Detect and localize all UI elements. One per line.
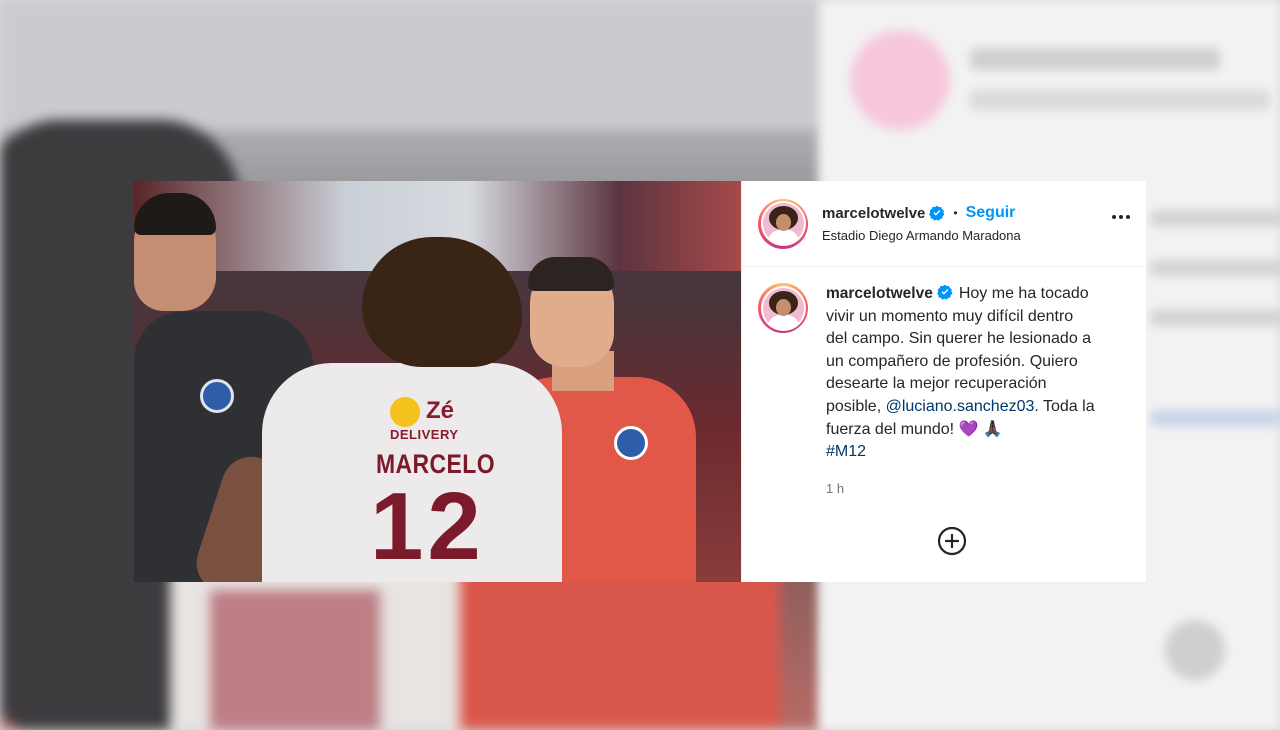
verified-badge-icon: [929, 205, 945, 221]
caption-avatar[interactable]: [758, 283, 808, 333]
caption-line: vivir un momento muy difícil dentro: [826, 307, 1074, 325]
caption-line: un compañero de profesión. Quiero: [826, 352, 1078, 370]
hashtag-link[interactable]: #M12: [826, 443, 866, 460]
sponsor-text: Zé: [426, 397, 455, 424]
caption-section: marcelotwelve Hoy me ha tocado vivir un m…: [742, 267, 1146, 500]
location-link[interactable]: Estadio Diego Armando Maradona: [822, 228, 1021, 243]
caption-text-segment: . Toda la: [1034, 397, 1095, 415]
caption-line: fuerza del mundo!: [826, 420, 955, 438]
post-timestamp[interactable]: 1 h: [826, 478, 1126, 501]
verified-badge-icon: [936, 284, 953, 300]
instagram-post: Zé DELIVERY MARCELO 12 marcelotwelve • S…: [134, 181, 1146, 582]
caption-text-segment: posible,: [826, 397, 882, 415]
caption-username-link[interactable]: marcelotwelve: [826, 285, 933, 302]
post-header: marcelotwelve • Seguir Estadio Diego Arm…: [742, 181, 1146, 267]
add-circle-icon[interactable]: [937, 526, 967, 556]
separator-dot: •: [953, 206, 958, 220]
avatar[interactable]: [758, 198, 808, 249]
sponsor-logo: [390, 397, 420, 427]
caption-text: marcelotwelve Hoy me ha tocado vivir un m…: [826, 283, 1126, 500]
emoji-text: 💜 🙏🏿: [958, 420, 1003, 438]
club-crest: [200, 379, 234, 413]
caption-line: desearte la mejor recuperación: [826, 375, 1047, 393]
sponsor-subtext: DELIVERY: [390, 427, 459, 442]
more-options-icon[interactable]: [1112, 215, 1130, 219]
caption-line: del campo. Sin querer he lesionado a: [826, 330, 1092, 348]
username-link[interactable]: marcelotwelve: [822, 205, 925, 222]
mention-link[interactable]: @luciano.sanchez03: [886, 398, 1035, 415]
post-photo[interactable]: Zé DELIVERY MARCELO 12: [134, 181, 741, 582]
follow-button[interactable]: Seguir: [966, 204, 1016, 222]
jersey-number: 12: [370, 473, 485, 580]
caption-line: Hoy me ha tocado: [958, 285, 1089, 302]
post-sidebar: marcelotwelve • Seguir Estadio Diego Arm…: [741, 181, 1146, 582]
club-crest: [614, 426, 648, 460]
